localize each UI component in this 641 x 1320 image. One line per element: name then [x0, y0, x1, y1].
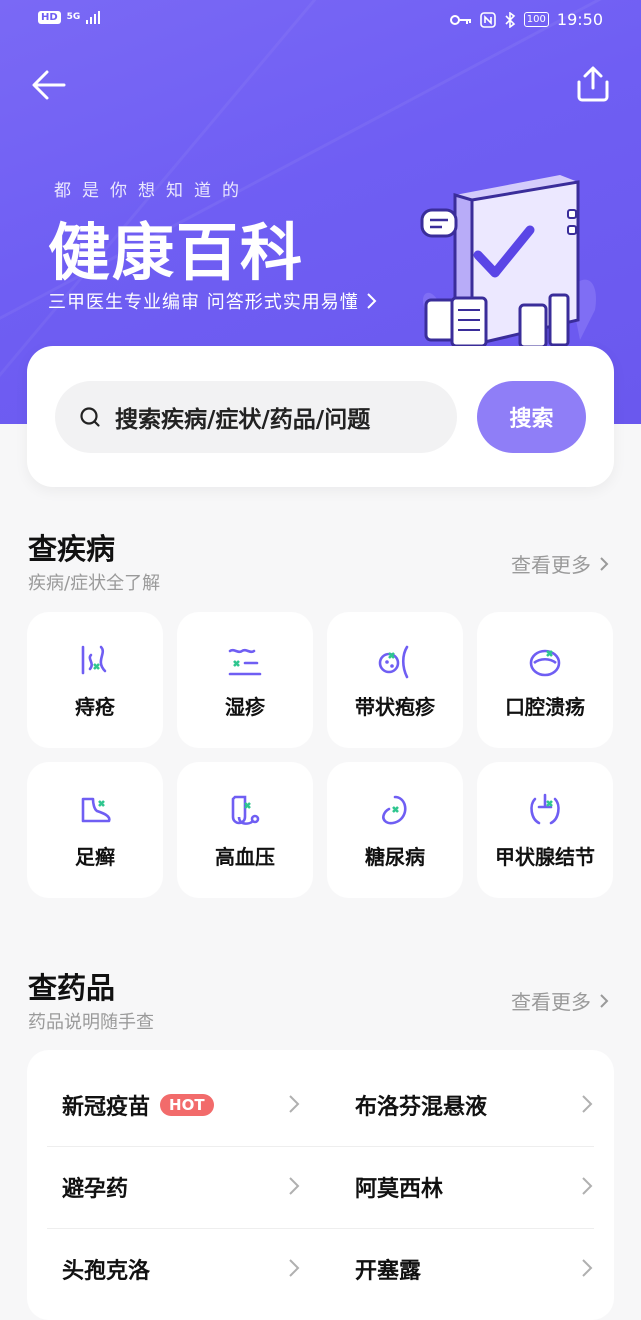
drug-row: 避孕药 阿莫西林: [27, 1146, 614, 1228]
checklist-illustration: [420, 175, 596, 349]
drug-label: 布洛芬混悬液: [355, 1095, 488, 1120]
drug-list: 新冠疫苗 HOT 布洛芬混悬液 避孕药 阿莫西林 头孢克洛 开塞露: [27, 1050, 614, 1320]
search-button[interactable]: 搜索: [477, 381, 586, 453]
drug-item[interactable]: 开塞露: [320, 1228, 613, 1310]
diseases-more-link[interactable]: 查看更多: [511, 549, 609, 578]
section-subtitle-diseases: 疾病/症状全了解: [28, 573, 161, 594]
page-title: 健康百科: [48, 216, 305, 289]
disease-tile[interactable]: 糖尿病: [327, 762, 463, 898]
drug-item[interactable]: 避孕药: [27, 1146, 320, 1228]
drug-label: 头孢克洛: [62, 1259, 151, 1284]
section-title-drugs: 查药品: [28, 971, 116, 1005]
disease-tile[interactable]: 甲状腺结节: [477, 762, 613, 898]
drug-row: 新冠疫苗 HOT 布洛芬混悬液: [27, 1064, 614, 1146]
disease-tile[interactable]: 湿疹: [177, 612, 313, 748]
disease-tile[interactable]: 足癣: [27, 762, 163, 898]
disease-tile[interactable]: 痔疮: [27, 612, 163, 748]
disease-tile[interactable]: 高血压: [177, 762, 313, 898]
hero-subtitle: 三甲医生专业编审 问答形式实用易懂: [48, 292, 359, 313]
drug-item[interactable]: 布洛芬混悬液: [320, 1064, 613, 1146]
nfc-icon: [479, 11, 496, 28]
clock: 19:50: [556, 10, 603, 29]
key-icon: [449, 14, 471, 25]
battery-icon: 100: [523, 12, 549, 27]
disease-label: 糖尿病: [365, 844, 425, 869]
disease-label: 甲状腺结节: [495, 844, 595, 869]
chevron-right-icon: [582, 1095, 593, 1113]
more-label: 查看更多: [511, 553, 591, 577]
thyroid-icon: [530, 793, 560, 824]
search-icon: [80, 407, 100, 427]
drug-item[interactable]: 阿莫西林: [320, 1146, 613, 1228]
mouth-ulcer-icon: [529, 649, 561, 676]
chevron-right-icon: [582, 1259, 593, 1277]
more-label: 查看更多: [511, 990, 591, 1014]
hero-tagline: 都是你想知道的: [54, 181, 250, 201]
status-bar: HD 5G 100 19:50: [0, 0, 641, 40]
hero-subtitle-link[interactable]: 三甲医生专业编审 问答形式实用易懂: [48, 288, 377, 314]
disease-label: 口腔溃疡: [505, 694, 585, 719]
drug-label: 新冠疫苗: [62, 1095, 151, 1120]
hemorrhoid-icon: [81, 645, 107, 674]
hot-badge: HOT: [160, 1094, 214, 1116]
drugs-more-link[interactable]: 查看更多: [511, 986, 609, 1015]
disease-label: 带状疱疹: [355, 694, 435, 719]
disease-label: 高血压: [215, 844, 275, 869]
drug-item[interactable]: 头孢克洛: [27, 1228, 320, 1310]
chevron-right-icon: [582, 1177, 593, 1195]
drug-label: 开塞露: [355, 1259, 422, 1284]
search-input[interactable]: 搜索疾病/症状/药品/问题: [55, 381, 457, 453]
network-label: 5G: [66, 12, 81, 22]
chevron-right-icon: [289, 1177, 300, 1195]
section-subtitle-drugs: 药品说明随手查: [28, 1012, 154, 1033]
disease-label: 湿疹: [225, 694, 265, 719]
chevron-right-icon: [600, 556, 609, 571]
disease-tile[interactable]: 口腔溃疡: [477, 612, 613, 748]
drug-label: 避孕药: [62, 1177, 129, 1202]
eczema-icon: [228, 648, 262, 675]
drug-label: 阿莫西林: [355, 1177, 444, 1202]
diabetes-icon: [382, 795, 407, 824]
disease-tile[interactable]: 带状疱疹: [327, 612, 463, 748]
search-card: 搜索疾病/症状/药品/问题 搜索: [27, 346, 614, 487]
chevron-right-icon: [367, 293, 377, 309]
disease-label: 足癣: [75, 844, 115, 869]
herpes-icon: [378, 645, 409, 678]
signal-icon: [86, 10, 101, 24]
drug-row: 头孢克洛 开塞露: [27, 1228, 614, 1310]
section-title-diseases: 查疾病: [28, 532, 116, 566]
back-arrow-icon[interactable]: [30, 66, 68, 104]
foot-icon: [81, 797, 111, 822]
drug-item[interactable]: 新冠疫苗 HOT: [27, 1064, 320, 1146]
bluetooth-icon: [505, 11, 516, 28]
disease-grid: 痔疮 湿疹 带状疱疹 口腔溃疡 足癣 高血压 糖尿病 甲状腺结节: [27, 612, 613, 898]
chevron-right-icon: [289, 1095, 300, 1113]
search-placeholder: 搜索疾病/症状/药品/问题: [115, 407, 371, 433]
disease-label: 痔疮: [75, 694, 115, 719]
blood-pressure-icon: [231, 795, 260, 825]
chevron-right-icon: [289, 1259, 300, 1277]
hd-badge: HD: [38, 10, 61, 24]
chevron-right-icon: [600, 993, 609, 1008]
share-icon[interactable]: [573, 64, 613, 104]
